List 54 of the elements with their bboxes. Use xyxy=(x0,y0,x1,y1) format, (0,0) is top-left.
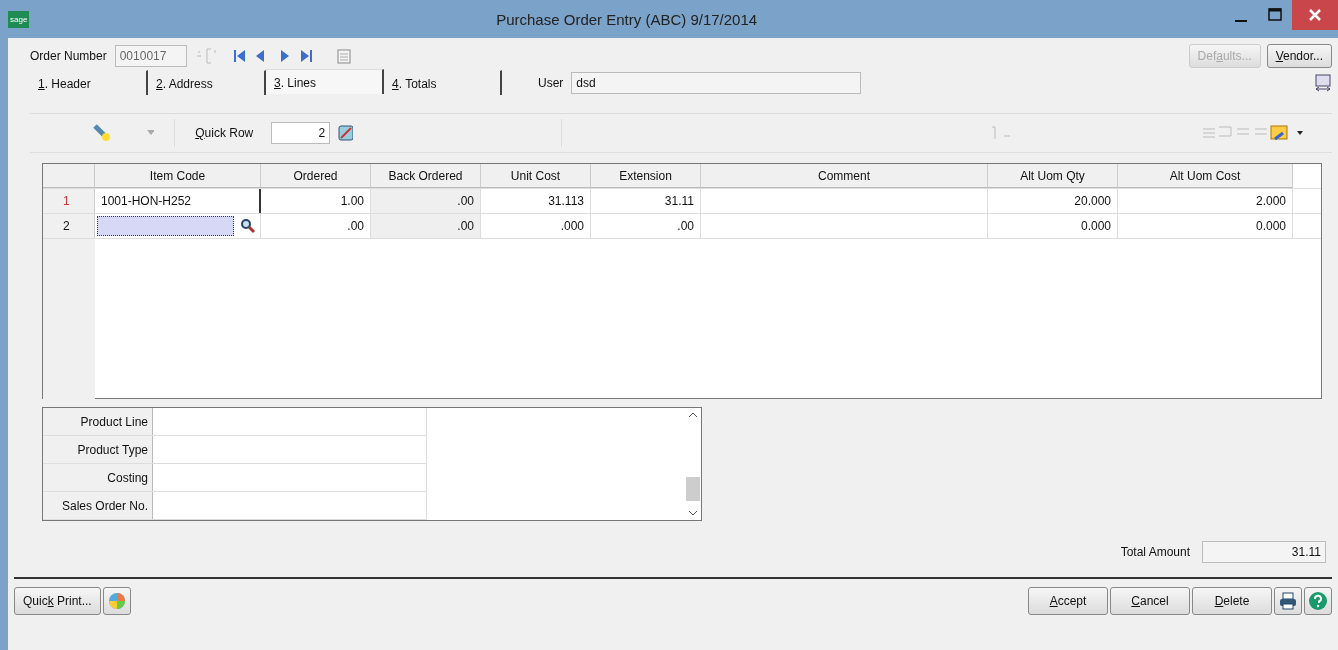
app-logo: sage xyxy=(8,10,30,28)
order-number-field[interactable]: 0010017 xyxy=(114,45,187,67)
close-icon xyxy=(1309,9,1321,21)
table-cell: .00 xyxy=(371,214,481,238)
column-header[interactable]: Alt Uom Qty xyxy=(988,164,1118,188)
help-button[interactable] xyxy=(1304,587,1332,615)
close-button[interactable] xyxy=(1292,0,1338,30)
flashlight-icon[interactable] xyxy=(92,123,111,143)
quick-row-field[interactable]: 2 xyxy=(271,122,331,144)
action-button[interactable]: Delete xyxy=(1192,587,1272,615)
minimize-icon xyxy=(1234,20,1248,22)
printer-icon xyxy=(1279,592,1297,610)
print-button[interactable] xyxy=(1274,587,1302,615)
column-header[interactable]: Ordered xyxy=(261,164,371,188)
order-number-label: Order Number xyxy=(30,49,107,63)
window-resize-icon[interactable] xyxy=(1314,73,1332,92)
detail-label: Product Type xyxy=(43,436,153,463)
search-icon[interactable] xyxy=(240,218,256,234)
tab[interactable]: 1. Header xyxy=(30,70,148,95)
column-header[interactable]: Back Ordered xyxy=(371,164,481,188)
row-number: 1 xyxy=(43,189,95,213)
scrollbar-thumb[interactable] xyxy=(686,477,700,501)
total-amount-label: Total Amount xyxy=(1120,545,1190,559)
detail-label: Costing xyxy=(43,464,153,491)
vendor-button[interactable]: Vendor... xyxy=(1266,44,1332,68)
column-header[interactable]: Comment xyxy=(701,164,988,188)
tab[interactable]: 4. Totals xyxy=(384,70,502,95)
grid-jump-icon[interactable] xyxy=(338,125,354,141)
scroll-up-icon[interactable] xyxy=(688,412,698,418)
color-wheel-icon xyxy=(106,591,127,611)
detail-label: Sales Order No. xyxy=(43,492,153,519)
tab[interactable]: 3. Lines xyxy=(266,68,384,94)
window-title: Purchase Order Entry (ABC) 9/17/2014 xyxy=(495,10,759,28)
detail-label: Product Line xyxy=(43,408,153,435)
action-button[interactable]: Accept xyxy=(1028,587,1108,615)
user-field[interactable]: dsd xyxy=(571,71,862,94)
column-header[interactable]: Alt Uom Cost xyxy=(1118,164,1293,188)
table-cell: .00 xyxy=(371,189,481,213)
column-header[interactable]: Unit Cost xyxy=(481,164,591,188)
user-label: User xyxy=(538,75,564,90)
action-button[interactable]: Cancel xyxy=(1110,587,1190,615)
column-header[interactable]: Extension xyxy=(591,164,701,188)
maximize-icon xyxy=(1268,8,1282,22)
row-number: 2 xyxy=(43,214,95,238)
corner-cell xyxy=(43,164,95,188)
color-wheel-button[interactable] xyxy=(102,587,131,615)
disabled-tool-icon xyxy=(990,125,1013,141)
quick-print-button[interactable]: Quick Print... xyxy=(14,587,101,615)
item-code-field[interactable] xyxy=(95,214,261,238)
total-amount-field: 31.11 xyxy=(1202,541,1326,563)
scroll-down-icon[interactable] xyxy=(688,510,698,516)
quick-row-label: Quick Row xyxy=(195,126,254,140)
column-header[interactable]: Item Code xyxy=(95,164,261,188)
help-icon xyxy=(1308,591,1328,611)
